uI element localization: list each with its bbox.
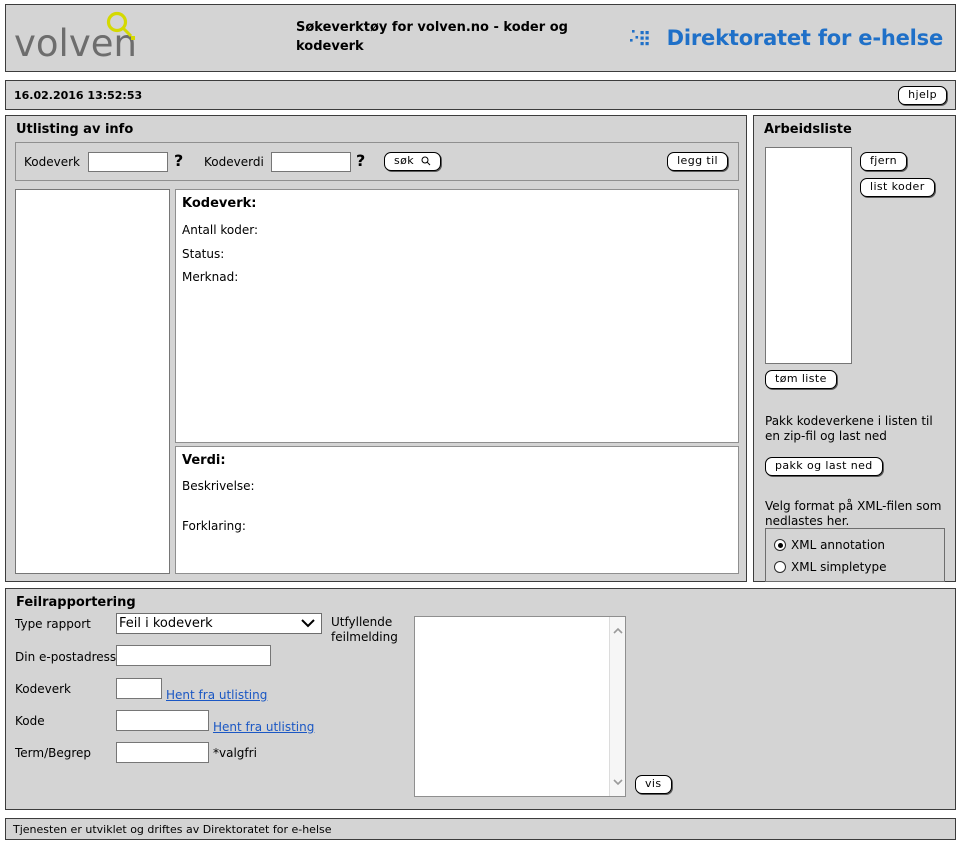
radio-annotation-label: XML annotation (791, 538, 886, 552)
pack-description: Pakk kodeverkene i listen til en zip-fil… (765, 414, 933, 443)
kodeverdi-help-icon[interactable]: ? (356, 151, 365, 170)
arbeidsliste-title: Arbeidsliste (764, 122, 852, 137)
kodeverk-info-heading: Kodeverk: (182, 196, 257, 211)
kodeverdi-input[interactable] (271, 152, 351, 172)
radio-simpletype-label: XML simpletype (791, 560, 887, 574)
brand-title: Direktoratet for e-helse (666, 26, 944, 50)
utfyllende-feilmelding-label: Utfyllende feilmelding (331, 615, 398, 644)
type-rapport-select[interactable]: Feil i kodeverk (116, 613, 322, 634)
page-title: Søkeverktøy for volven.no - koder og kod… (296, 20, 568, 54)
search-button-label: søk (394, 154, 415, 167)
arbeidsliste-actions: fjern list koder (860, 152, 935, 204)
feilmelding-textarea[interactable] (414, 616, 626, 797)
verdi-info-heading: Verdi: (182, 453, 226, 468)
status-bar: 16.02.2016 13:52:53 hjelp (5, 80, 956, 110)
page-footer: Tjenesten er utviklet og driftes av Dire… (5, 818, 956, 840)
arbeidsliste-listbox[interactable] (765, 147, 852, 364)
clear-list-button[interactable]: tøm liste (765, 370, 837, 389)
kodeverk-input[interactable] (88, 152, 168, 172)
term-label: Term/Begrep (15, 746, 92, 760)
email-input[interactable] (116, 645, 271, 666)
fr-kodeverk-input[interactable] (116, 678, 162, 699)
kode-input[interactable] (116, 710, 209, 731)
feilrapportering-title: Feilrapportering (16, 595, 136, 610)
kode-fetch-link[interactable]: Hent fra utlisting (213, 720, 314, 734)
list-codes-button[interactable]: list koder (860, 178, 935, 197)
verdi-info-box: Verdi: Beskrivelse: Forklaring: (175, 446, 739, 574)
radio-simpletype-icon[interactable] (774, 561, 786, 573)
results-list[interactable] (15, 189, 170, 574)
submit-button[interactable]: vis (635, 775, 672, 794)
scroll-up-icon[interactable] (612, 625, 624, 637)
xml-format-radio-group: XML annotation XML simpletype (765, 528, 945, 582)
textarea-scrollbar[interactable] (609, 617, 625, 796)
term-note: *valgfri (213, 746, 257, 760)
verdi-beskrivelse-label: Beskrivelse: (182, 479, 255, 493)
type-rapport-label: Type rapport (15, 617, 91, 631)
utlisting-panel: Utlisting av info Kodeverk ? Kodeverdi ?… (5, 115, 747, 582)
kodeverk-status-label: Status: (182, 247, 225, 261)
magnifier-icon (106, 11, 135, 40)
radio-xml-simpletype[interactable]: XML simpletype (774, 560, 887, 574)
fr-kodeverk-label: Kodeverk (15, 682, 71, 696)
kodeverk-info-box: Kodeverk: Antall koder: Status: Merknad: (175, 189, 739, 443)
remove-button[interactable]: fjern (860, 152, 907, 171)
kodeverk-merknad-label: Merknad: (182, 270, 239, 284)
search-bar: Kodeverk ? Kodeverdi ? søk legg til (15, 142, 739, 181)
help-button[interactable]: hjelp (898, 86, 947, 105)
scroll-down-icon[interactable] (612, 776, 624, 788)
pack-download-button[interactable]: pakk og last ned (765, 457, 883, 476)
volven-logo[interactable]: volven (6, 5, 176, 71)
kodeverk-label: Kodeverk (24, 155, 80, 169)
kodeverk-fetch-link[interactable]: Hent fra utlisting (166, 688, 267, 702)
email-label: Din e-postadresse (15, 650, 124, 664)
footer-text: Tjenesten er utviklet og driftes av Dire… (13, 823, 332, 836)
kodeverdi-label: Kodeverdi (204, 155, 264, 169)
arbeidsliste-panel: Arbeidsliste fjern list koder tøm liste … (753, 115, 956, 582)
kodeverk-antall-label: Antall koder: (182, 223, 258, 237)
utlisting-title: Utlisting av info (16, 122, 134, 137)
add-to-list-button[interactable]: legg til (667, 152, 728, 171)
format-description: Velg format på XML-filen som nedlastes h… (765, 499, 942, 528)
search-button[interactable]: søk (384, 152, 441, 171)
timestamp: 16.02.2016 13:52:53 (14, 89, 143, 102)
term-input[interactable] (116, 742, 209, 763)
radio-annotation-icon[interactable] (774, 539, 786, 551)
page-header: volven Søkeverktøy for volven.no - koder… (5, 4, 956, 72)
verdi-forklaring-label: Forklaring: (182, 519, 246, 533)
search-icon (421, 156, 431, 166)
kode-label: Kode (15, 714, 45, 728)
radio-xml-annotation[interactable]: XML annotation (774, 538, 885, 552)
kodeverk-help-icon[interactable]: ? (174, 151, 183, 170)
app-page: volven Søkeverktøy for volven.no - koder… (0, 0, 961, 845)
type-rapport-select-wrap[interactable]: Feil i kodeverk (116, 613, 322, 634)
ehelse-dots-icon (629, 30, 649, 46)
ehelse-brand: Direktoratet for e-helse (629, 26, 943, 50)
